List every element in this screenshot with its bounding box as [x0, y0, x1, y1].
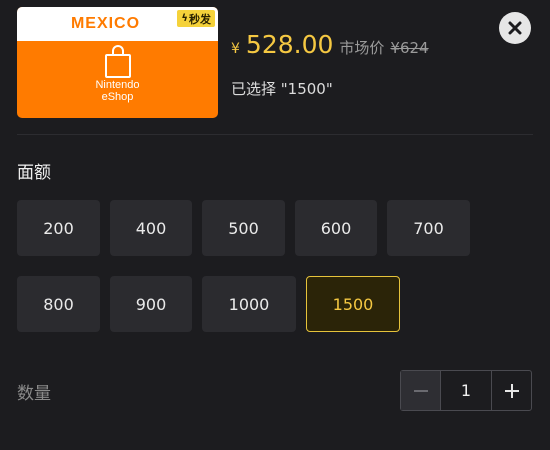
denomination-option[interactable]: 1500 — [306, 276, 400, 332]
denomination-title: 面额 — [17, 163, 51, 183]
close-icon — [508, 21, 522, 35]
quantity-label: 数量 — [17, 384, 51, 404]
denomination-option[interactable]: 600 — [295, 200, 377, 256]
plus-icon — [504, 383, 519, 398]
minus-icon — [413, 389, 428, 392]
price-row: ¥ 528.00 市场价 ¥624 — [231, 30, 429, 59]
quantity-increase-button[interactable] — [491, 371, 531, 410]
shopping-bag-icon — [105, 45, 131, 78]
divider — [17, 134, 533, 135]
quantity-decrease-button[interactable] — [401, 371, 441, 410]
card-shop-name: Nintendo eShop — [17, 79, 218, 103]
quantity-stepper — [400, 370, 532, 411]
market-price-value: ¥624 — [390, 39, 429, 57]
product-card-image: MEXICO ϟ 秒发 Nintendo eShop — [17, 7, 218, 118]
denomination-option[interactable]: 400 — [110, 200, 192, 256]
price-value: 528.00 — [245, 30, 334, 59]
denomination-option[interactable]: 200 — [17, 200, 100, 256]
card-shop-line2: eShop — [101, 91, 134, 103]
denomination-option[interactable]: 1000 — [202, 276, 296, 332]
market-price-label: 市场价 — [339, 39, 385, 57]
quantity-input[interactable] — [441, 371, 491, 410]
selected-option-text: 已选择 "1500" — [231, 80, 333, 98]
price-currency: ¥ — [231, 41, 240, 57]
card-region-label: MEXICO — [70, 15, 141, 32]
denomination-option[interactable]: 500 — [202, 200, 285, 256]
instant-delivery-label: 秒发 — [189, 12, 211, 26]
denomination-option[interactable]: 900 — [110, 276, 192, 332]
denomination-option[interactable]: 800 — [17, 276, 100, 332]
close-button[interactable] — [499, 12, 531, 44]
instant-delivery-badge: ϟ 秒发 — [177, 10, 215, 27]
card-shop-line1: Nintendo — [95, 79, 140, 91]
lightning-bolt-icon: ϟ — [181, 13, 188, 24]
product-header: MEXICO ϟ 秒发 Nintendo eShop ¥ 528.00 市场价 … — [0, 0, 550, 135]
denomination-option[interactable]: 700 — [387, 200, 470, 256]
